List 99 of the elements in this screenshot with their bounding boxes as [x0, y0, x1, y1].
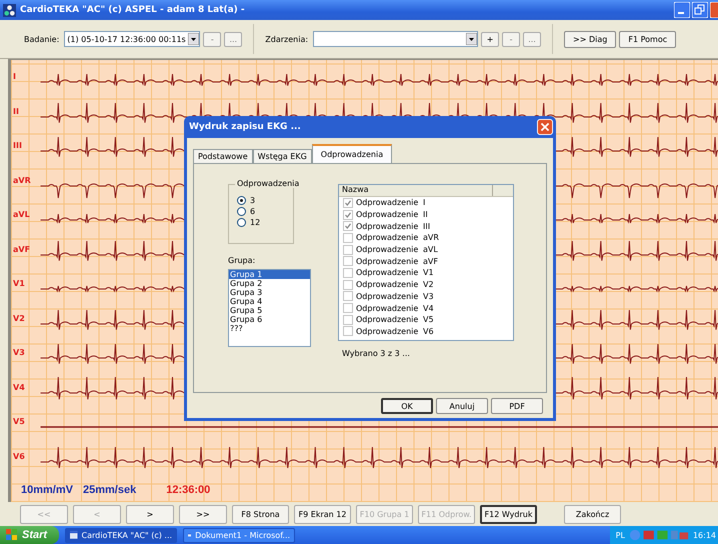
lead-name: Odprowadzenie	[356, 268, 420, 278]
checkbox[interactable]	[343, 291, 353, 302]
radio-option[interactable]: 3	[237, 195, 287, 206]
list-item[interactable]: Grupa 4	[229, 297, 310, 306]
clock: 16:14	[692, 530, 716, 540]
dialog-button[interactable]: PDF	[491, 398, 543, 414]
tab[interactable]: Wstęga EKG	[252, 149, 312, 163]
speed-label: 25mm/sek	[82, 484, 136, 496]
small-button[interactable]: ...	[224, 32, 242, 46]
nav-button[interactable]: >>	[179, 504, 227, 524]
lead-code: I	[423, 198, 426, 208]
lead-code: V4	[423, 304, 434, 313]
list-label: Grupa:	[228, 256, 256, 265]
lead-code: V6	[423, 326, 434, 336]
window-title: CardioTEKA "AC" (c) ASPEL - adam 8 Lat(a) -	[20, 5, 246, 15]
field-label: Zdarzenia:	[265, 34, 308, 44]
tab[interactable]: Podstawowe	[193, 149, 253, 163]
lead-name: Odprowadzenie	[356, 326, 420, 336]
lead-code: V1	[423, 268, 434, 278]
dialog-button[interactable]: Anuluj	[436, 398, 488, 414]
exam-combo[interactable]: (1) 05-10-17 12:36:00 00:11s	[64, 31, 200, 47]
field-label: Badanie:	[24, 34, 60, 44]
dialog-button[interactable]: OK	[381, 398, 433, 414]
small-button[interactable]: ...	[523, 32, 542, 46]
lead-label: V5	[13, 417, 25, 426]
list-item[interactable]: ???	[229, 324, 310, 333]
checkbox[interactable]	[343, 314, 353, 325]
radio-option[interactable]: 12	[237, 217, 287, 228]
toolbar-button[interactable]: F1 Pomoc	[619, 30, 676, 48]
lead-code: aVR	[423, 233, 439, 242]
lead-name: Odprowadzenie	[356, 280, 420, 290]
lead-label: V1	[13, 279, 25, 288]
lead-code: aVF	[423, 256, 438, 266]
windows-logo-icon	[6, 529, 18, 541]
lead-name: Odprowadzenie	[356, 292, 420, 301]
lead-name: Odprowadzenie	[356, 222, 420, 231]
dialog-title: Wydruk zapisu EKG ...	[189, 122, 301, 132]
checkbox[interactable]	[343, 256, 353, 266]
gain-label: 10mm/mV	[21, 484, 73, 496]
small-button[interactable]: +	[481, 32, 500, 46]
lead-code: III	[423, 222, 430, 231]
restore-icon[interactable]	[692, 2, 708, 18]
checkbox[interactable]	[343, 280, 353, 290]
taskbar-button[interactable]: CardioTEKA "AC" (c) ...	[65, 528, 178, 542]
tab[interactable]: Odprowadzenia	[312, 144, 392, 163]
checkbox[interactable]	[343, 198, 353, 208]
list-item[interactable]: Grupa 6	[229, 315, 310, 324]
small-button[interactable]: -	[502, 32, 520, 46]
lead-label: aVR	[13, 176, 31, 184]
checkbox[interactable]	[343, 268, 353, 278]
checkbox[interactable]	[343, 232, 353, 243]
lead-code: V3	[423, 292, 434, 301]
lead-code: aVL	[423, 245, 438, 254]
checkbox[interactable]	[343, 244, 353, 255]
checkbox[interactable]	[343, 221, 353, 232]
time-label: 12:36:00	[166, 484, 210, 496]
lead-code: II	[423, 210, 428, 220]
lead-code: V5	[423, 315, 434, 324]
nav-button[interactable]: F9 Ekran 12	[294, 504, 351, 524]
list-item[interactable]: Grupa 5	[229, 306, 310, 315]
lead-code: V2	[423, 280, 434, 290]
lead-label: I	[13, 72, 16, 81]
list-item[interactable]: Grupa 3	[229, 288, 310, 297]
taskbar-button[interactable]: Dokument1 - Microsof...	[183, 528, 296, 542]
radio-option[interactable]: 6	[237, 206, 287, 217]
list-item[interactable]: Grupa 2	[229, 279, 310, 288]
checkbox[interactable]	[343, 303, 353, 314]
minimize-icon[interactable]	[674, 2, 690, 18]
lead-name: Odprowadzenie	[356, 245, 420, 254]
lead-name: Odprowadzenie	[356, 315, 420, 324]
lead-label: V4	[13, 382, 25, 392]
selection-summary: Wybrano 3 z 3 ...	[341, 349, 411, 358]
small-button[interactable]: -	[203, 32, 222, 46]
lead-name: Odprowadzenie	[356, 304, 420, 313]
nav-button[interactable]: F8 Strona	[232, 504, 289, 524]
checkbox[interactable]	[343, 210, 353, 220]
nav-button[interactable]: >	[126, 504, 174, 524]
lead-name: Odprowadzenie	[356, 256, 420, 266]
window-icon	[70, 530, 78, 540]
group-title: Odprowadzenia	[235, 179, 302, 188]
lead-name: Odprowadzenie	[356, 198, 420, 208]
toolbar-button[interactable]: >> Diag	[564, 30, 616, 48]
app-icon	[3, 4, 16, 16]
checkbox[interactable]	[343, 326, 353, 336]
lead-label: V3	[13, 348, 25, 357]
lead-label: V6	[13, 452, 25, 460]
lead-label: II	[13, 106, 19, 116]
dropdown-arrow-icon[interactable]	[188, 33, 200, 45]
dropdown-arrow-icon[interactable]	[466, 33, 478, 45]
lead-label: III	[13, 141, 22, 150]
lead-label: aVL	[13, 210, 30, 219]
tray-icons-drawing[interactable]	[628, 529, 689, 541]
lead-label: V2	[13, 314, 25, 322]
nav-button[interactable]: Zakończ	[564, 504, 621, 524]
lead-name: Odprowadzenie	[356, 233, 420, 242]
lead-label: aVF	[13, 244, 30, 254]
list-item[interactable]: Grupa 1	[229, 270, 310, 279]
nav-button[interactable]: F12 Wydruk	[480, 504, 537, 524]
lead-name: Odprowadzenie	[356, 210, 420, 220]
